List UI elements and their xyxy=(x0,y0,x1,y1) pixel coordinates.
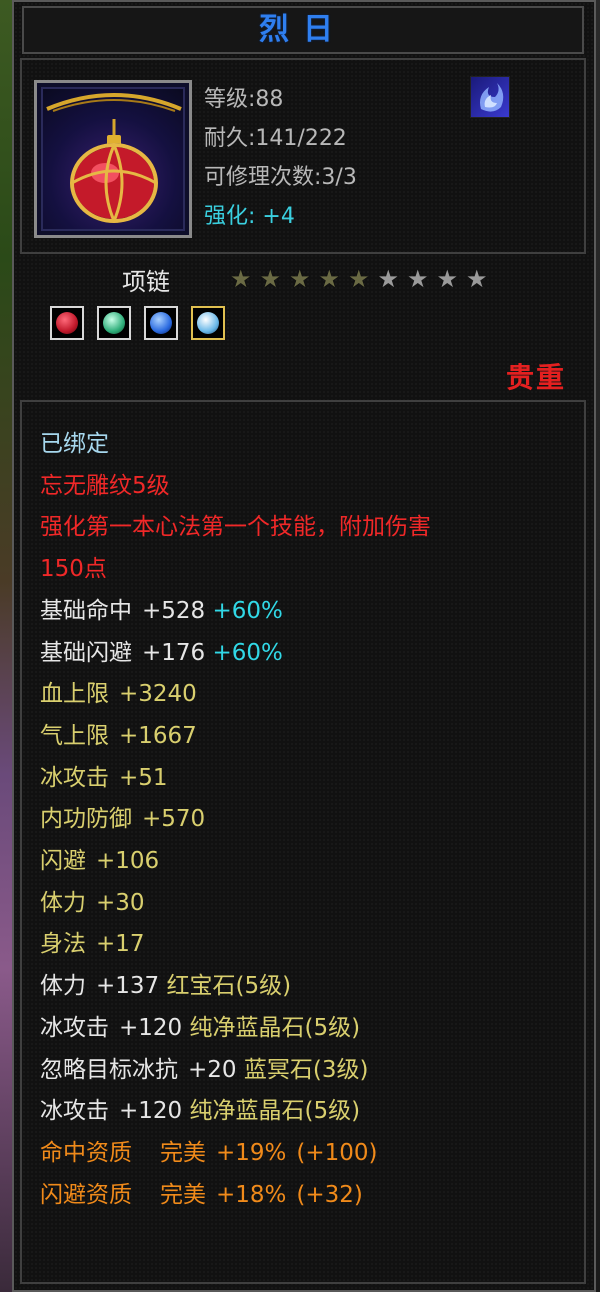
aptitude-value: +18% xyxy=(216,1181,287,1208)
stat-value: +20 xyxy=(188,1056,237,1083)
stat-value: +120 xyxy=(119,1014,183,1041)
red-gem-icon xyxy=(56,312,78,334)
item-title: 烈日 xyxy=(22,6,584,54)
gem-slot[interactable] xyxy=(144,306,179,340)
item-properties: 已绑定 忘无雕纹5级 强化第一本心法第一个技能，附加伤害 150点 基础命中 +5… xyxy=(20,400,586,1284)
stat-percent: +60% xyxy=(212,639,283,666)
stat-value: +17 xyxy=(96,931,145,958)
pendant-necklace-icon xyxy=(41,87,185,231)
green-gem-icon xyxy=(103,312,126,334)
stat-value: +3240 xyxy=(119,681,197,708)
aptitude-label: 闪避资质 xyxy=(40,1181,132,1208)
star-icon: ★ xyxy=(259,265,281,293)
star-icon: ★ xyxy=(288,265,311,293)
stat-row: 基础闪避 +176 +60% xyxy=(40,633,431,675)
gem-slot[interactable] xyxy=(97,306,132,340)
item-header: 等级:88 耐久:141/222 可修理次数:3/3 强化: +4 xyxy=(20,58,586,254)
stat-label: 忽略目标冰抗 xyxy=(40,1056,178,1083)
aptitude-grade: 完美 xyxy=(160,1139,206,1166)
item-basic-info: 等级:88 耐久:141/222 可修理次数:3/3 强化: +4 xyxy=(204,80,357,236)
stat-row: 血上限 +3240 xyxy=(40,674,431,716)
gem-stat-row: 体力 +137 红宝石(5级) xyxy=(40,966,431,1008)
level-label: 等级:88 xyxy=(204,87,284,112)
stat-label: 体力 xyxy=(40,889,86,916)
item-tooltip: 烈日 等级:88 耐久:141/222 可修理次数:3/3 强化: +4 项链 … xyxy=(12,0,596,1292)
gem-name: 红宝石(5级) xyxy=(166,973,292,1000)
ice-gem-icon xyxy=(197,312,220,334)
stat-value: +528 xyxy=(142,597,206,624)
star-empty-icon: ★ xyxy=(465,265,488,293)
item-type-label: 项链 xyxy=(122,268,170,296)
stat-label: 冰攻击 xyxy=(40,764,109,791)
gem-slot[interactable] xyxy=(50,306,84,340)
gem-name: 纯净蓝晶石(5级) xyxy=(189,1014,361,1041)
aptitude-row: 闪避资质 完美 +18% (+32) xyxy=(40,1175,431,1217)
aptitude-bonus: (+32) xyxy=(296,1181,363,1208)
stat-label: 血上限 xyxy=(40,681,109,708)
stat-row: 冰攻击 +51 xyxy=(40,758,431,800)
gem-stat-row: 冰攻击 +120 纯净蓝晶石(5级) xyxy=(40,1091,431,1133)
stat-label: 基础闪避 xyxy=(40,639,132,666)
special-engraving-desc-cont: 150点 xyxy=(40,556,107,583)
stat-label: 冰攻击 xyxy=(40,1014,109,1041)
stat-value: +106 xyxy=(96,848,160,875)
gem-slot[interactable] xyxy=(191,306,226,340)
stat-value: +120 xyxy=(119,1098,183,1125)
stat-label: 身法 xyxy=(40,931,86,958)
enhance-value: +4 xyxy=(262,204,295,229)
flame-swirl-icon[interactable] xyxy=(470,76,510,118)
aptitude-grade: 完美 xyxy=(160,1181,206,1208)
enhance-line: 强化: +4 xyxy=(204,197,357,236)
stat-row: 体力 +30 xyxy=(40,883,431,925)
enhance-label: 强化: xyxy=(204,204,256,229)
star-icon: ★ xyxy=(347,265,370,293)
stat-value: +176 xyxy=(142,639,206,666)
stat-value: +1667 xyxy=(119,722,197,749)
stat-row: 内功防御 +570 xyxy=(40,799,431,841)
stat-percent: +60% xyxy=(212,597,283,624)
stat-value: +51 xyxy=(119,764,168,791)
stat-label: 体力 xyxy=(40,973,86,1000)
bound-status: 已绑定 xyxy=(40,431,109,457)
star-rating: ★ ★ ★ ★ ★ ★ ★ ★ ★ xyxy=(226,266,492,292)
stat-label: 气上限 xyxy=(40,722,109,749)
aptitude-label: 命中资质 xyxy=(40,1139,132,1166)
star-empty-icon: ★ xyxy=(406,265,429,293)
stat-value: +570 xyxy=(142,806,206,833)
gem-name: 蓝冥石(3级) xyxy=(243,1056,369,1083)
stat-label: 闪避 xyxy=(40,848,86,875)
blue-gem-icon xyxy=(150,312,173,334)
stat-label: 内功防御 xyxy=(40,806,132,833)
star-icon: ★ xyxy=(229,265,252,293)
stat-row: 闪避 +106 xyxy=(40,841,431,883)
aptitude-value: +19% xyxy=(216,1139,287,1166)
repair-count-label: 可修理次数:3/3 xyxy=(204,165,357,190)
rarity-label: 贵重 xyxy=(505,361,566,394)
star-empty-icon: ★ xyxy=(436,265,458,293)
stat-label: 基础命中 xyxy=(40,597,132,624)
stat-row: 基础命中 +528 +60% xyxy=(40,591,431,633)
stat-label: 冰攻击 xyxy=(40,1098,109,1125)
item-icon-frame xyxy=(34,80,192,238)
aptitude-row: 命中资质 完美 +19% (+100) xyxy=(40,1133,431,1175)
gem-slots xyxy=(50,306,233,344)
item-type-row: 项链 ★ ★ ★ ★ ★ ★ ★ ★ ★ 贵重 xyxy=(20,258,586,398)
gem-stat-row: 忽略目标冰抗 +20 蓝冥石(3级) xyxy=(40,1050,431,1092)
gem-name: 纯净蓝晶石(5级) xyxy=(189,1098,361,1125)
special-engraving-desc: 强化第一本心法第一个技能，附加伤害 xyxy=(40,514,431,541)
star-empty-icon: ★ xyxy=(377,265,399,293)
stat-value: +30 xyxy=(96,889,145,916)
gem-stat-row: 冰攻击 +120 纯净蓝晶石(5级) xyxy=(40,1008,431,1050)
durability-label: 耐久:141/222 xyxy=(204,126,347,151)
stat-value: +137 xyxy=(96,973,160,1000)
special-engraving-name: 忘无雕纹5级 xyxy=(40,472,170,499)
star-icon: ★ xyxy=(318,265,340,293)
aptitude-bonus: (+100) xyxy=(296,1139,378,1166)
stat-row: 身法 +17 xyxy=(40,924,431,966)
stat-row: 气上限 +1667 xyxy=(40,716,431,758)
